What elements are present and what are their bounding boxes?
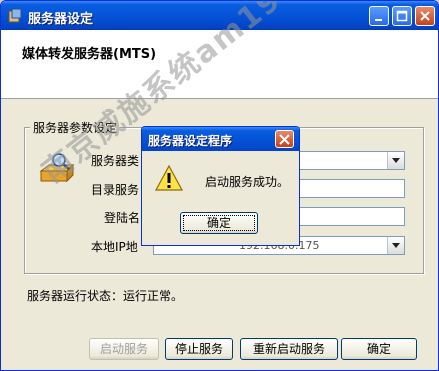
dialog-close-button[interactable] bbox=[275, 130, 294, 148]
header-panel: 媒体转发服务器(MTS) bbox=[1, 30, 438, 99]
login-label: 登陆名 bbox=[104, 211, 141, 225]
server-type-select[interactable] bbox=[297, 151, 405, 170]
server-type-label: 服务器类 bbox=[91, 154, 140, 168]
window-title: 服务器设定 bbox=[28, 12, 94, 27]
ok-button[interactable]: 确定 bbox=[341, 338, 417, 360]
local-ip-dropdown-button[interactable] bbox=[387, 237, 404, 254]
server-status-text: 服务器运行状态：运行正常。 bbox=[27, 289, 184, 303]
maximize-icon bbox=[396, 10, 408, 22]
page-title: 媒体转发服务器(MTS) bbox=[22, 47, 157, 62]
dir-server-label: 目录服务 bbox=[91, 183, 140, 197]
maximize-button[interactable] bbox=[392, 6, 412, 26]
dir-server-input[interactable] bbox=[297, 179, 405, 198]
local-ip-label: 本地IP地 bbox=[91, 240, 138, 254]
dialog-title: 服务器设定程序 bbox=[148, 134, 233, 148]
close-icon bbox=[420, 11, 430, 21]
login-input[interactable] bbox=[297, 207, 405, 226]
group-legend: 服务器参数设定 bbox=[30, 119, 121, 136]
minimize-icon bbox=[375, 19, 382, 21]
dialog-ok-button[interactable]: 确定 bbox=[180, 212, 258, 234]
app-icon bbox=[8, 8, 22, 23]
chevron-down-icon bbox=[392, 243, 400, 248]
dialog-title-bar[interactable]: 服务器设定程序 bbox=[142, 127, 299, 151]
main-window: 服务器设定 媒体转发服务器(MTS) 服务器参数设定 服务器类 目录服务 登陆名… bbox=[0, 0, 439, 371]
stop-service-button[interactable]: 停止服务 bbox=[165, 338, 233, 360]
close-icon bbox=[279, 134, 290, 145]
close-button[interactable] bbox=[415, 6, 435, 26]
title-bar[interactable]: 服务器设定 bbox=[1, 1, 438, 30]
info-dialog: 服务器设定程序 启动服务成功。 确定 bbox=[141, 126, 300, 246]
dialog-message: 启动服务成功。 bbox=[205, 175, 290, 189]
warning-icon bbox=[155, 164, 183, 191]
server-icon bbox=[39, 153, 75, 183]
server-type-dropdown-button[interactable] bbox=[387, 152, 404, 169]
minimize-button[interactable] bbox=[369, 6, 389, 26]
chevron-down-icon bbox=[392, 158, 400, 163]
restart-service-button[interactable]: 重新启动服务 bbox=[240, 338, 338, 360]
start-service-button[interactable]: 启动服务 bbox=[89, 338, 159, 360]
focus-rect bbox=[183, 215, 255, 231]
